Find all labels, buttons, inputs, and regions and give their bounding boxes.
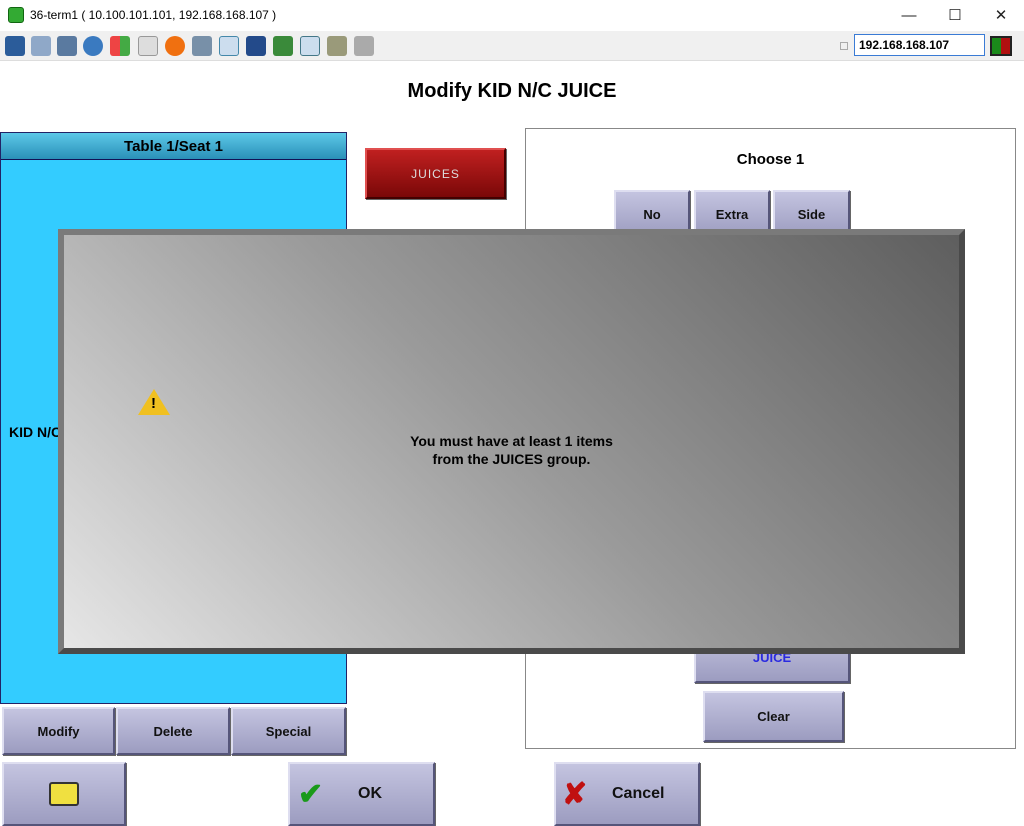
title-bar: 36-term1 ( 10.100.101.101, 192.168.168.1… [0,0,1024,31]
status-indicator [840,42,848,50]
clear-button[interactable]: Clear [703,691,844,742]
minimize-button[interactable]: — [886,4,932,28]
checkmark-icon: ✔ [298,777,324,811]
modify-button[interactable]: Modify [2,707,115,755]
delete-button[interactable]: Delete [116,707,230,755]
page-title: Modify KID N/C JUICE [407,80,617,102]
refresh-icon[interactable] [83,36,103,56]
maximize-button[interactable]: ☐ [932,4,978,28]
connection-status-icon [990,36,1012,56]
monitor-activity-icon[interactable] [5,36,25,56]
warning-icon-mark: ! [151,395,156,412]
ip-address-field[interactable]: 192.168.168.107 [854,34,985,56]
cancel-label: Cancel [612,785,665,802]
alert-line-2: from the JUICES group. [432,451,591,467]
typewriter-icon [49,782,79,806]
fullscreen-icon[interactable] [219,36,239,56]
window-title: 36-term1 ( 10.100.101.101, 192.168.168.1… [30,8,277,22]
cancel-button[interactable]: ✘ Cancel [554,762,700,826]
alert-line-1: You must have at least 1 items [410,433,613,449]
special-button[interactable]: Special [231,707,346,755]
print-button[interactable] [2,762,126,826]
ok-button[interactable]: ✔ OK [288,762,435,826]
choose-label: Choose 1 [736,151,805,168]
chat-icon[interactable] [354,36,374,56]
alert-message: You must have at least 1 items from the … [64,432,959,468]
windows-logo-icon[interactable] [110,36,130,56]
juices-group-button[interactable]: JUICES [365,148,506,199]
screen-icon[interactable] [327,36,347,56]
tools-icon[interactable] [57,36,77,56]
keyboard-icon[interactable] [138,36,158,56]
new-window-icon[interactable] [300,36,320,56]
ok-label: OK [358,785,382,802]
x-icon: ✘ [562,777,588,811]
close-button[interactable]: ✕ [978,4,1024,28]
app-icon [8,7,24,23]
display-icon[interactable] [246,36,266,56]
alert-dialog[interactable]: ! You must have at least 1 items from th… [58,229,965,654]
windows-icon[interactable] [31,36,51,56]
transfer-icon[interactable] [273,36,293,56]
seat-header: Table 1/Seat 1 [1,133,346,160]
alert-icon[interactable] [165,36,185,56]
disconnect-icon[interactable] [192,36,212,56]
